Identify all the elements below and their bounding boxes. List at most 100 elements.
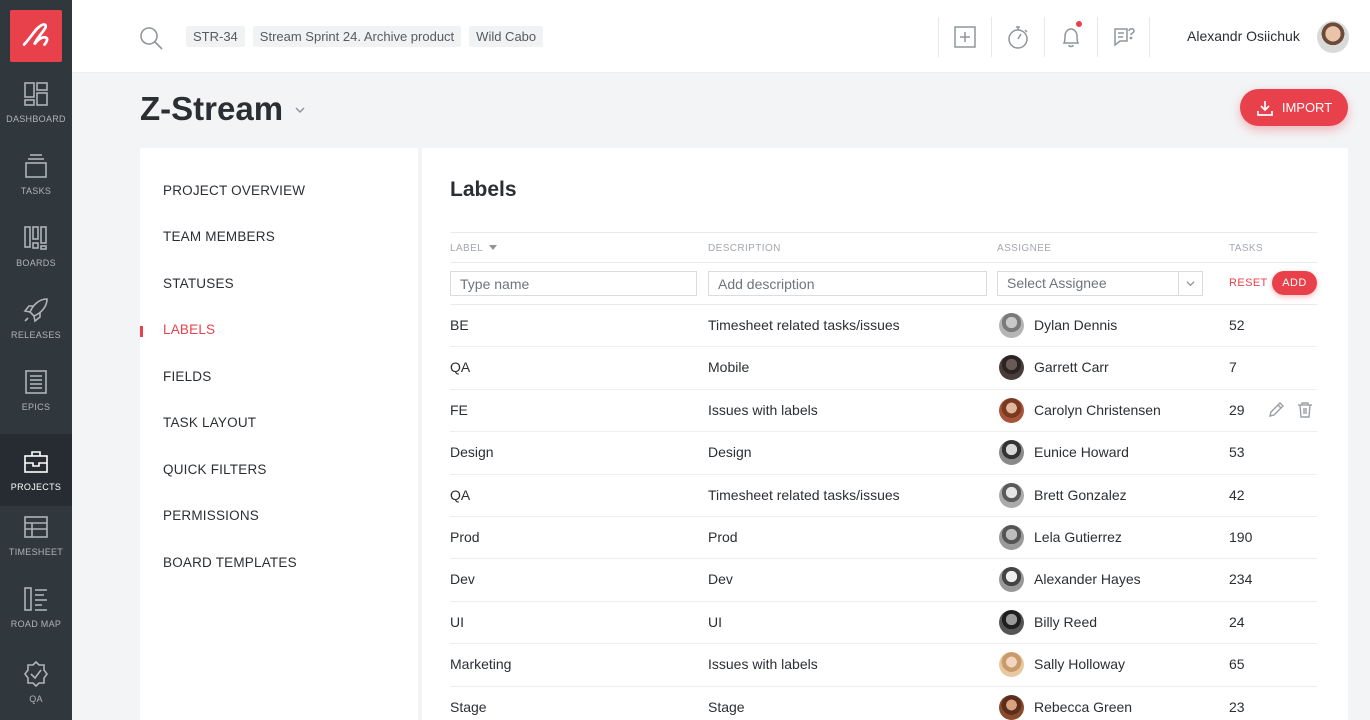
rail-item-projects[interactable]: PROJECTS — [0, 434, 72, 506]
nav-item-quick-filters[interactable]: QUICK FILTERS — [163, 462, 267, 477]
label-name-input[interactable] — [450, 271, 697, 296]
plus-square-icon — [954, 25, 976, 48]
row-label: BE — [450, 317, 469, 333]
assignee-avatar — [999, 652, 1024, 678]
row-assignee: Carolyn Christensen — [1034, 401, 1161, 418]
row-tasks-count: 190 — [1229, 528, 1253, 545]
row-description: Issues with labels — [708, 656, 818, 673]
row-tasks-count: 53 — [1229, 444, 1245, 461]
row-label: Prod — [450, 528, 480, 545]
breadcrumb-item[interactable]: STR-34 — [186, 26, 245, 47]
rail-label: PROJECTS — [10, 482, 62, 492]
app-logo[interactable] — [10, 10, 62, 62]
table-row[interactable]: Dev Dev Alexander Hayes 234 — [450, 559, 1317, 602]
nav-item-board-templates[interactable]: BOARD TEMPLATES — [163, 555, 297, 570]
user-name[interactable]: Alexandr Osiichuk — [1187, 28, 1300, 44]
rail-item-qa[interactable]: QA — [0, 646, 72, 718]
chevron-down-icon — [1186, 281, 1195, 287]
table-row[interactable]: UI UI Billy Reed 24 — [450, 602, 1317, 645]
column-header-text: LABEL — [450, 243, 484, 254]
add-button[interactable]: ADD — [1272, 271, 1317, 295]
rail-item-tasks[interactable]: TASKS — [0, 138, 72, 210]
rail-item-timesheet[interactable]: TIMESHEET — [0, 499, 72, 571]
import-button[interactable]: IMPORT — [1240, 89, 1348, 126]
row-assignee: Lela Gutierrez — [1034, 528, 1122, 545]
row-assignee: Garrett Carr — [1034, 359, 1109, 376]
user-avatar[interactable] — [1317, 21, 1349, 53]
table-row[interactable]: FE Issues with labels Carolyn Christensen 2… — [450, 390, 1317, 433]
qa-badge-icon — [24, 660, 48, 688]
trash-icon[interactable] — [1296, 401, 1314, 419]
assignee-select-placeholder: Select Assignee — [1007, 275, 1107, 291]
row-label: Marketing — [450, 656, 512, 673]
timesheet-icon — [24, 516, 48, 538]
chat-question-icon — [1113, 27, 1135, 47]
breadcrumb: STR-34 Stream Sprint 24. Archive product… — [186, 26, 544, 47]
table-row[interactable]: Design Design Eunice Howard 53 — [450, 432, 1317, 475]
rail-item-releases[interactable]: RELEASES — [0, 282, 72, 354]
row-tasks-count: 52 — [1229, 317, 1245, 333]
rail-item-epics[interactable]: EPICS — [0, 354, 72, 426]
top-actions — [938, 0, 1150, 73]
row-label: FE — [450, 401, 468, 418]
row-description: Issues with labels — [708, 401, 818, 418]
row-description: Dev — [708, 571, 733, 588]
row-assignee: Billy Reed — [1034, 613, 1098, 630]
row-tasks-count: 234 — [1229, 571, 1253, 588]
row-tasks-count: 7 — [1229, 359, 1237, 376]
row-label: UI — [450, 613, 464, 630]
nav-item-task-layout[interactable]: TASK LAYOUT — [163, 415, 256, 430]
feedback-button[interactable] — [1097, 16, 1150, 57]
table-row[interactable]: BE Timesheet related tasks/issues Dylan De… — [450, 305, 1317, 348]
row-tasks-count: 23 — [1229, 698, 1245, 715]
nav-item-labels[interactable]: LABELS — [163, 322, 215, 337]
row-tasks-count: 42 — [1229, 486, 1245, 503]
row-description: UI — [708, 613, 722, 630]
nav-item-team-members[interactable]: TEAM MEMBERS — [163, 229, 275, 244]
row-assignee: Brett Gonzalez — [1034, 486, 1127, 503]
table-row[interactable]: QA Timesheet related tasks/issues Brett Go… — [450, 475, 1317, 517]
assignee-avatar — [999, 355, 1024, 381]
reset-button[interactable]: RESET — [1229, 277, 1268, 289]
label-description-input[interactable] — [708, 271, 987, 296]
project-title[interactable]: Z-Stream — [140, 90, 283, 128]
table-row[interactable]: Stage Stage Rebecca Green 23 — [450, 687, 1317, 720]
assignee-avatar — [999, 694, 1024, 720]
row-assignee: Sally Holloway — [1034, 656, 1126, 673]
assignee-avatar — [999, 397, 1024, 423]
table-row[interactable]: Prod Prod Lela Gutierrez 190 — [450, 517, 1317, 560]
row-description: Timesheet related tasks/issues — [708, 317, 900, 333]
project-settings-nav: PROJECT OVERVIEW TEAM MEMBERS STATUSES L… — [140, 148, 418, 720]
table-row[interactable]: Marketing Issues with labels Sally Hollowa… — [450, 644, 1317, 687]
rail-item-dashboard[interactable]: DASHBOARD — [0, 66, 72, 138]
nav-item-project-overview[interactable]: PROJECT OVERVIEW — [163, 183, 305, 198]
rail-label: QA — [29, 694, 43, 704]
nav-item-statuses[interactable]: STATUSES — [163, 276, 234, 291]
assignee-select[interactable]: Select Assignee — [997, 271, 1203, 296]
rail-label: RELEASES — [11, 330, 61, 340]
download-icon — [1256, 100, 1273, 116]
row-description: Prod — [708, 528, 738, 545]
breadcrumb-item[interactable]: Stream Sprint 24. Archive product — [252, 26, 462, 47]
chevron-down-icon[interactable] — [294, 104, 306, 116]
edit-pencil-icon[interactable] — [1267, 401, 1285, 419]
notifications-button[interactable] — [1044, 16, 1097, 57]
rail-item-boards[interactable]: BOARDS — [0, 210, 72, 282]
row-description: Design — [708, 444, 752, 461]
timer-button[interactable] — [991, 16, 1044, 57]
column-header-tasks: TASKS — [1229, 243, 1264, 254]
search-icon[interactable] — [138, 25, 164, 51]
assignee-avatar — [999, 313, 1024, 338]
nav-item-permissions[interactable]: PERMISSIONS — [163, 508, 259, 523]
table-row[interactable]: QA Mobile Garrett Carr 7 — [450, 347, 1317, 390]
rail-item-roadmap[interactable]: ROAD MAP — [0, 571, 72, 643]
nav-item-fields[interactable]: FIELDS — [163, 369, 211, 384]
rail-label: TIMESHEET — [8, 547, 64, 557]
dashboard-icon — [24, 82, 48, 106]
create-button[interactable] — [938, 16, 991, 57]
table-body: BE Timesheet related tasks/issues Dylan De… — [450, 305, 1317, 720]
roadmap-icon — [24, 587, 47, 611]
breadcrumb-item[interactable]: Wild Cabo — [469, 26, 544, 47]
column-header-label[interactable]: LABEL — [450, 243, 498, 254]
rail-label: TASKS — [20, 186, 52, 196]
